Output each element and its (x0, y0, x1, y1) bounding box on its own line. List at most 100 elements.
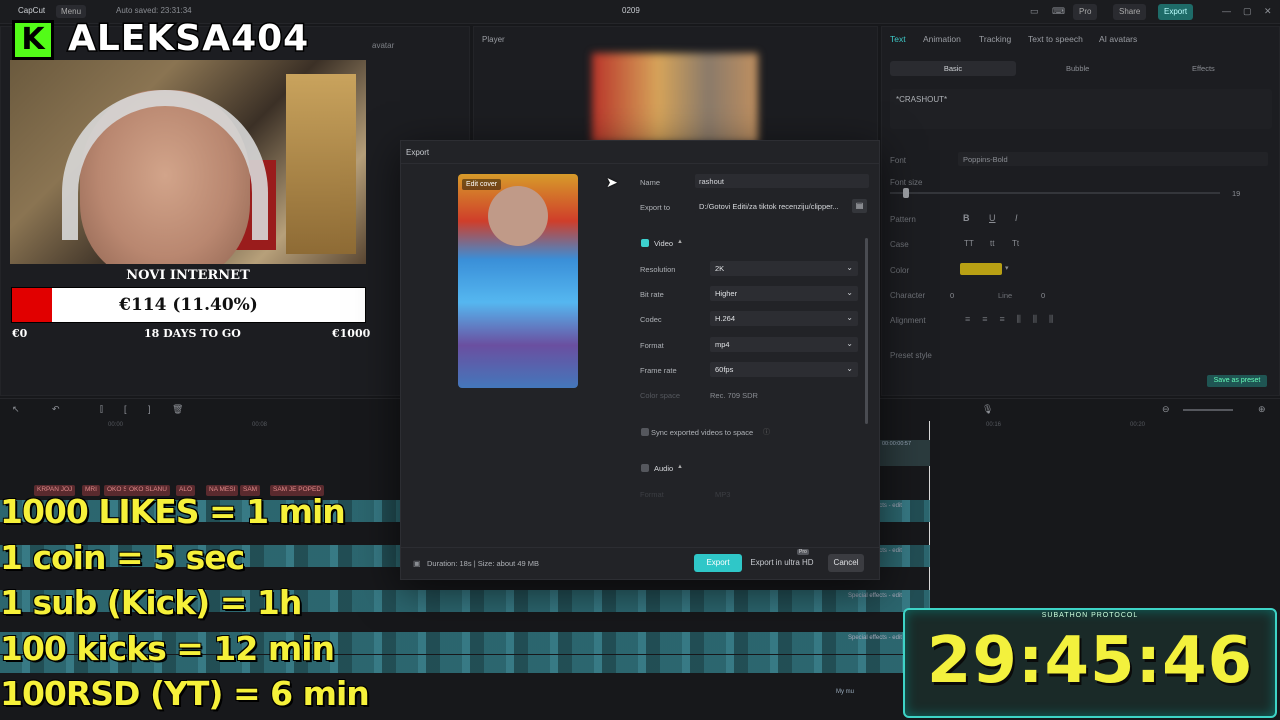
delete-icon[interactable]: 🗑 (172, 404, 183, 415)
trim-right-icon[interactable]: ] (148, 404, 151, 414)
video-section-label: Video (654, 239, 674, 248)
lowercase-icon[interactable]: tt (990, 239, 994, 248)
video-collapse-icon[interactable]: ▲ (677, 239, 683, 245)
titlecase-icon[interactable]: Tt (1012, 239, 1019, 248)
avatar-label[interactable]: avatar (372, 41, 394, 50)
framerate-select[interactable]: 60fps ⌄ (710, 362, 858, 377)
video-checkbox[interactable] (641, 239, 649, 247)
goal-progress-bar: €114 (11.40%) (11, 287, 366, 323)
subtab-bubble[interactable]: Bubble (1066, 64, 1089, 73)
clip-time: 00:00:00:57 (882, 441, 912, 447)
bitrate-label: Bit rate (640, 290, 664, 299)
framerate-value: 60fps (715, 365, 734, 374)
edit-cover-button[interactable]: Edit cover (462, 179, 502, 190)
tab-ai-avatars[interactable]: AI avatars (1099, 34, 1137, 44)
case-label: Case (890, 240, 909, 249)
color-swatch[interactable] (960, 263, 1002, 275)
app-logo: CapCut (18, 6, 46, 15)
subtab-effects[interactable]: Effects (1192, 64, 1215, 73)
zoom-out-icon[interactable]: ⊖ (1162, 404, 1170, 415)
alignment-icons[interactable]: ≡≡≡⫼⫼⫼ (965, 314, 1065, 325)
export-ultra-hd-button[interactable]: Export in ultra HD (747, 554, 817, 572)
export-to-label: Export to (640, 203, 671, 212)
font-size-label: Font size (890, 178, 923, 187)
tab-animation[interactable]: Animation (923, 34, 961, 44)
name-label: Name (640, 178, 661, 187)
codec-select[interactable]: H.264 ⌄ (710, 311, 858, 326)
zoom-fit-icon[interactable]: ⊕ (1258, 404, 1266, 415)
selected-clip[interactable]: 00:00:00:57 (880, 440, 930, 466)
screen: CapCut Menu Auto saved: 23:31:34 0209 ▭ … (0, 0, 1280, 720)
mouse-cursor-icon: ➤ (606, 174, 618, 190)
goal-days: 18 DAYS TO GO (144, 327, 241, 340)
tab-text[interactable]: Text (890, 34, 906, 44)
font-size-slider[interactable] (890, 192, 1220, 194)
dialog-title: Export (406, 148, 430, 157)
zoom-slider[interactable] (1183, 409, 1233, 411)
underline-icon[interactable]: U (989, 213, 996, 223)
audio-collapse-icon[interactable]: ▲ (677, 464, 683, 470)
audio-section-label: Audio (654, 464, 674, 473)
menu-button[interactable]: Menu (56, 5, 87, 18)
time-ruler-3: 00:20 (1130, 422, 1146, 428)
goal-title: NOVI INTERNET (126, 268, 250, 283)
format-value: mp4 (715, 340, 730, 349)
character-label: Character (890, 291, 926, 300)
chevron-down-icon: ⌄ (846, 288, 853, 297)
resolution-value: 2K (715, 264, 725, 273)
font-select[interactable]: Poppins-Bold (958, 152, 1268, 166)
pro-button[interactable]: Pro (1073, 4, 1098, 20)
folder-icon[interactable]: ▤ (852, 199, 867, 213)
font-label: Font (890, 156, 907, 165)
line-value[interactable]: 0 (1041, 291, 1045, 300)
rule-line: 1 sub (Kick) = 1h (0, 583, 302, 622)
player-title: Player (482, 35, 505, 44)
dialog-scrollbar[interactable] (865, 238, 868, 424)
export-top-button[interactable]: Export (1158, 4, 1194, 20)
format-select[interactable]: mp4 ⌄ (710, 337, 858, 352)
share-button[interactable]: Share (1113, 4, 1147, 20)
export-path-input[interactable]: D:/Gotovi Editi/za tiktok recenziju/clip… (695, 199, 849, 213)
tab-tracking[interactable]: Tracking (979, 34, 1011, 44)
italic-icon[interactable]: I (1015, 213, 1018, 223)
colorspace-label: Color space (640, 391, 681, 400)
chevron-down-icon: ⌄ (846, 339, 853, 348)
tab-text-to-speech[interactable]: Text to speech (1028, 34, 1083, 44)
uppercase-icon[interactable]: TT (964, 239, 974, 248)
audio-checkbox[interactable] (641, 464, 649, 472)
color-dropdown-icon[interactable]: ▾ (1005, 264, 1009, 272)
effects-label: Special effects - edit (848, 593, 902, 599)
maximize-icon[interactable]: ▢ (1243, 6, 1252, 17)
subtab-basic[interactable]: Basic (890, 61, 1016, 76)
format-label: Format (640, 341, 664, 350)
layout-icon[interactable]: ▭ (1030, 6, 1039, 17)
save-preset-button[interactable]: Save as preset (1207, 375, 1267, 387)
player-preview[interactable] (592, 53, 758, 143)
sync-checkbox[interactable] (641, 428, 649, 436)
info-icon[interactable]: ⓘ (763, 427, 770, 437)
preset-style-label: Preset style (890, 351, 932, 360)
cancel-button[interactable]: Cancel (828, 554, 864, 572)
mic-icon[interactable]: 🎙 (982, 404, 993, 415)
undo-icon[interactable]: ↶ (52, 404, 60, 415)
export-button[interactable]: Export (694, 554, 742, 572)
cover-preview[interactable]: Edit cover (458, 174, 578, 388)
shortcuts-icon[interactable]: ⌨ (1052, 6, 1065, 17)
bold-icon[interactable]: B (963, 213, 970, 223)
font-size-value[interactable]: 19 (1232, 189, 1240, 198)
close-icon[interactable]: ✕ (1264, 6, 1272, 17)
name-input[interactable]: rashout (695, 174, 869, 188)
resolution-select[interactable]: 2K ⌄ (710, 261, 858, 276)
font-size-slider-handle[interactable] (903, 188, 909, 198)
character-value[interactable]: 0 (950, 291, 954, 300)
trim-left-icon[interactable]: [ (124, 404, 127, 414)
select-tool-icon[interactable]: ↖ (12, 404, 20, 415)
bitrate-select[interactable]: Higher ⌄ (710, 286, 858, 301)
text-content-input[interactable]: *CRASHOUT* (890, 89, 1272, 129)
bitrate-value: Higher (715, 289, 738, 298)
goal-min: €0 (12, 327, 28, 340)
rule-line: 100RSD (YT) = 6 min (0, 674, 370, 713)
streamer-name: ALEKSA404 (67, 17, 310, 61)
minimize-icon[interactable]: — (1222, 6, 1231, 16)
split-icon[interactable]: ⫿ (100, 404, 103, 415)
